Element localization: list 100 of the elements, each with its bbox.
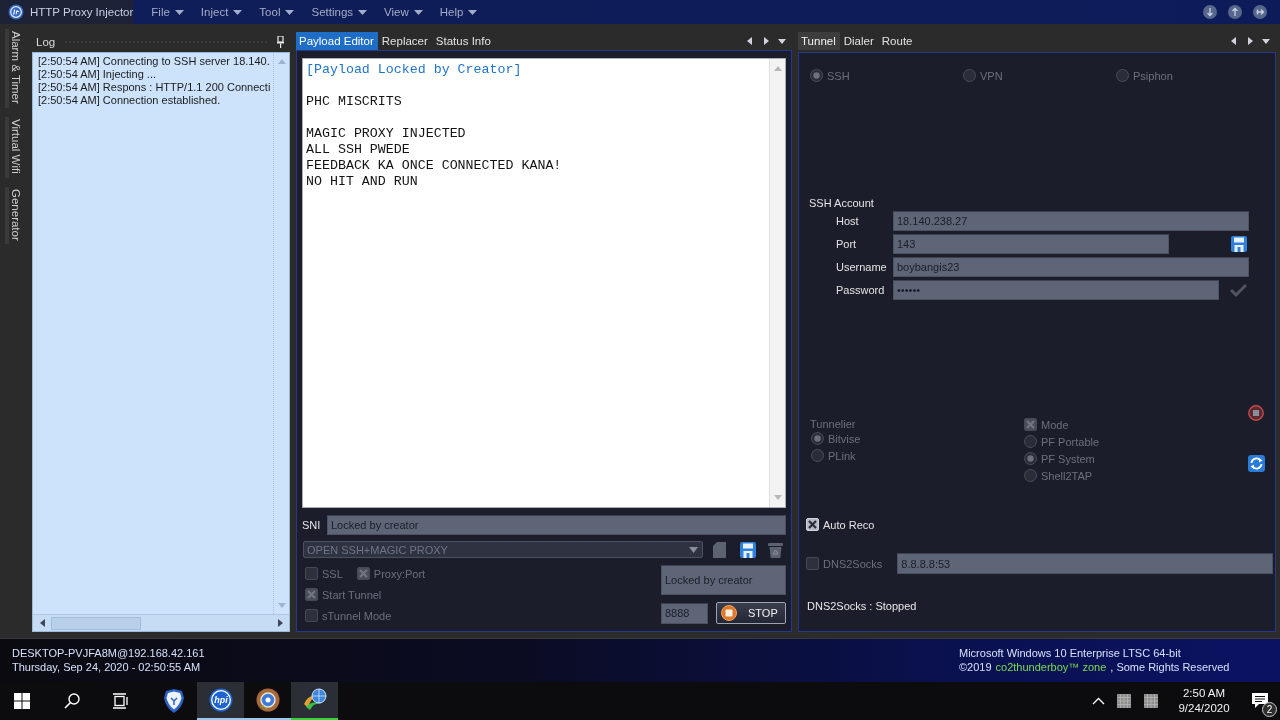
arrow-down-circle-icon[interactable] — [1203, 5, 1217, 19]
radio-label: Psiphon — [1133, 69, 1173, 82]
chevron-up-icon[interactable] — [1092, 697, 1105, 705]
caret-icon — [174, 9, 184, 15]
arrow-right-circle-icon[interactable] — [1253, 5, 1267, 19]
nav-left-icon[interactable] — [746, 37, 754, 45]
dropdown-arrow-icon[interactable] — [1262, 37, 1270, 45]
menu-item[interactable]: Tool — [251, 0, 304, 24]
tab[interactable]: Status Info — [432, 32, 495, 50]
arrow-up-circle-icon[interactable] — [1228, 5, 1242, 19]
round-app-icon — [255, 688, 280, 712]
checkbox-label: Auto Reco — [823, 518, 875, 531]
brand-link[interactable]: co2thunderboy™ zone — [995, 660, 1107, 674]
field-label: Port — [836, 238, 858, 250]
notification-icon[interactable] — [1251, 692, 1269, 710]
section-title: SSH Account — [809, 197, 874, 211]
side-tab[interactable]: Alarm & Timer — [5, 29, 22, 108]
search-icon[interactable] — [64, 693, 80, 709]
radio-label: Shell2TAP — [1041, 469, 1093, 482]
editor-line: FEEDBACK KA ONCE CONNECTED KANA! — [306, 158, 563, 174]
status-text: DNS2Socks : Stopped — [807, 600, 917, 612]
radio-label: PF System — [1041, 452, 1095, 465]
radio-label: Bitvise — [828, 432, 861, 445]
taskbar-button[interactable]: hpi — [197, 682, 244, 720]
payload-editor[interactable]: [Payload Locked by Creator] PHC MISCRITS MAGIC PROXY INJECTED ALL SSH PWEDE FEEDBACK KA ONCE CONNECTED KANA! NO HIT AND RUN — [302, 58, 786, 508]
dropdown-arrow-icon[interactable] — [778, 37, 786, 45]
round-badge-icon[interactable] — [1248, 405, 1264, 421]
scrollbar-thumb[interactable] — [51, 616, 141, 630]
editor-line: [Payload Locked by Creator] — [306, 62, 523, 78]
log-line: [2:50:54 AM] Respons : HTTP/1.1 200 Connecti — [38, 81, 272, 94]
clock-time: 2:50 AM — [1182, 686, 1226, 701]
radio-label: PF Portable — [1041, 435, 1100, 448]
side-tab[interactable]: Generator — [5, 186, 22, 245]
checkbox-label: DNS2Socks — [823, 557, 883, 570]
save-icon[interactable] — [740, 541, 756, 558]
windows-logo-icon[interactable] — [14, 693, 30, 709]
taskbar-button[interactable] — [291, 682, 338, 720]
task-view-icon[interactable] — [112, 693, 128, 709]
date-time: Thursday, Sep 24, 2020 - 02:50:55 AM — [12, 660, 201, 674]
checkbox-label: Proxy:Port — [373, 567, 426, 580]
caret-icon — [358, 9, 368, 15]
refresh-icon[interactable] — [1247, 455, 1265, 472]
tab[interactable]: Route — [878, 32, 917, 50]
checkbox[interactable] — [806, 518, 819, 531]
app-title: HTTP Proxy Injector — [30, 6, 134, 18]
editor-line: NO HIT AND RUN — [306, 174, 419, 190]
scroll-left-icon[interactable] — [39, 619, 47, 627]
menu-item[interactable]: View — [376, 0, 432, 24]
log-line: [2:50:54 AM] Connection established. — [38, 94, 222, 107]
app-logo: hpi — [208, 688, 233, 712]
side-tab[interactable]: Virtual Wifi — [5, 116, 22, 178]
caret-icon — [285, 9, 295, 15]
checkbox-label: SSL — [322, 567, 343, 580]
checkbox-label: sTunnel Mode — [322, 609, 392, 622]
tab[interactable]: Dialer — [840, 32, 878, 50]
notification-count: 2 — [1262, 702, 1277, 717]
copyright-text: ©2019 — [959, 660, 992, 674]
radio-label: PLink — [828, 449, 856, 462]
caret-icon — [689, 546, 698, 553]
menu-item[interactable]: Settings — [303, 0, 377, 24]
globe-icon — [301, 688, 328, 712]
panel-title: Log — [36, 36, 56, 48]
tab[interactable]: Tunnel — [798, 32, 840, 50]
radio-label: VPN — [980, 69, 1003, 82]
field-label: Host — [836, 215, 860, 227]
os-info: Microsoft Windows 10 Enterprise LTSC 64-bit — [959, 646, 1181, 660]
app-logo-icon — [8, 4, 24, 20]
log-line: [2:50:54 AM] Injecting ... — [38, 68, 157, 81]
shield-icon — [162, 689, 185, 713]
sd-card-icon[interactable] — [713, 541, 726, 558]
menu-item[interactable]: File — [143, 0, 193, 24]
recycle-bin-icon[interactable] — [768, 541, 783, 558]
menu-item[interactable]: Help — [431, 0, 487, 24]
caret-icon — [233, 9, 243, 15]
check-icon[interactable] — [1230, 282, 1247, 298]
checkbox-label: Mode — [1041, 418, 1069, 431]
tab[interactable]: Replacer — [378, 32, 432, 50]
host-info: DESKTOP-PVJFA8M@192.168.42.161 — [12, 646, 205, 660]
log-line: [2:50:54 AM] Connecting to SSH server 18.140. — [38, 55, 271, 68]
nav-right-icon[interactable] — [762, 37, 770, 45]
stop-button[interactable]: STOP — [716, 602, 786, 624]
field-label: Username — [836, 261, 888, 273]
tab[interactable]: Payload Editor — [296, 32, 378, 50]
clock-date: 9/24/2020 — [1178, 701, 1230, 716]
rights-text: , Some Rights Reserved — [1110, 660, 1230, 674]
nav-right-icon[interactable] — [1246, 37, 1254, 45]
checkbox-label: Start Tunnel — [322, 588, 382, 601]
editor-line: PHC MISCRITS — [306, 94, 403, 110]
editor-line: MAGIC PROXY INJECTED — [306, 126, 467, 142]
caret-icon — [413, 9, 423, 15]
editor-line: ALL SSH PWEDE — [306, 142, 411, 158]
menu-item[interactable]: Inject — [192, 0, 252, 24]
scroll-right-icon[interactable] — [276, 619, 284, 627]
group-label: Tunnelier — [810, 418, 856, 430]
pin-icon[interactable] — [277, 36, 284, 48]
nav-left-icon[interactable] — [1230, 37, 1238, 45]
caret-icon — [468, 9, 478, 15]
radio-label: SSH — [827, 69, 850, 82]
scrollbar[interactable] — [33, 614, 289, 631]
sni-label: SNI — [302, 519, 322, 531]
